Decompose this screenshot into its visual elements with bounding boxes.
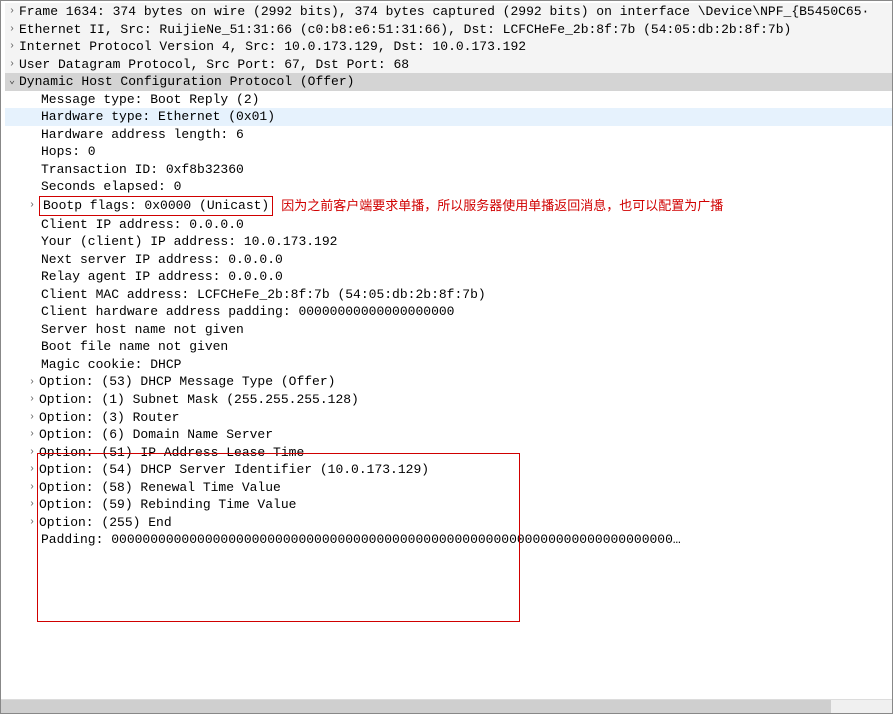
dhcp-hwlen-text: Hardware address length: 6	[41, 126, 244, 144]
chevron-right-icon[interactable]: ›	[5, 23, 19, 37]
chevron-right-icon[interactable]: ›	[25, 376, 39, 390]
dhcp-sname-row[interactable]: Server host name not given	[5, 321, 892, 339]
dhcp-giaddr-row[interactable]: Relay agent IP address: 0.0.0.0	[5, 268, 892, 286]
dhcp-opt59-text: Option: (59) Rebinding Time Value	[39, 496, 296, 514]
dhcp-opt53-row[interactable]: › Option: (53) DHCP Message Type (Offer)	[5, 373, 892, 391]
chevron-right-icon[interactable]: ›	[25, 463, 39, 477]
horizontal-scrollbar[interactable]	[1, 699, 892, 713]
dhcp-flags-text: Bootp flags: 0x0000 (Unicast)	[39, 196, 273, 216]
dhcp-msgtype-row[interactable]: Message type: Boot Reply (2)	[5, 91, 892, 109]
dhcp-cookie-text: Magic cookie: DHCP	[41, 356, 181, 374]
dhcp-chaddr-text: Client MAC address: LCFCHeFe_2b:8f:7b (5…	[41, 286, 486, 304]
dhcp-file-row[interactable]: Boot file name not given	[5, 338, 892, 356]
dhcp-file-text: Boot file name not given	[41, 338, 228, 356]
dhcp-opt1-row[interactable]: › Option: (1) Subnet Mask (255.255.255.1…	[5, 391, 892, 409]
dhcp-opt54-row[interactable]: › Option: (54) DHCP Server Identifier (1…	[5, 461, 892, 479]
dhcp-hops-row[interactable]: Hops: 0	[5, 143, 892, 161]
dhcp-opt59-row[interactable]: › Option: (59) Rebinding Time Value	[5, 496, 892, 514]
dhcp-opt1-text: Option: (1) Subnet Mask (255.255.255.128…	[39, 391, 359, 409]
chevron-right-icon[interactable]: ›	[25, 199, 39, 213]
udp-text: User Datagram Protocol, Src Port: 67, Ds…	[19, 56, 409, 74]
ip-row[interactable]: › Internet Protocol Version 4, Src: 10.0…	[5, 38, 892, 56]
dhcp-flags-annotation: 因为之前客户端要求单播，所以服务器使用单播返回消息，也可以配置为广播	[281, 197, 723, 215]
dhcp-msgtype-text: Message type: Boot Reply (2)	[41, 91, 259, 109]
chevron-right-icon[interactable]: ›	[25, 393, 39, 407]
frame-row[interactable]: › Frame 1634: 374 bytes on wire (2992 bi…	[5, 3, 892, 21]
dhcp-opt3-text: Option: (3) Router	[39, 409, 179, 427]
chevron-right-icon[interactable]: ›	[5, 40, 19, 54]
packet-tree: › Frame 1634: 374 bytes on wire (2992 bi…	[1, 1, 892, 551]
chevron-right-icon[interactable]: ›	[25, 481, 39, 495]
scrollbar-thumb[interactable]	[1, 700, 831, 713]
dhcp-ciaddr-text: Client IP address: 0.0.0.0	[41, 216, 244, 234]
chevron-right-icon[interactable]: ›	[25, 428, 39, 442]
dhcp-xid-row[interactable]: Transaction ID: 0xf8b32360	[5, 161, 892, 179]
dhcp-opt6-row[interactable]: › Option: (6) Domain Name Server	[5, 426, 892, 444]
dhcp-secs-text: Seconds elapsed: 0	[41, 178, 181, 196]
dhcp-opt255-row[interactable]: › Option: (255) End	[5, 514, 892, 532]
udp-row[interactable]: › User Datagram Protocol, Src Port: 67, …	[5, 56, 892, 74]
ethernet-row[interactable]: › Ethernet II, Src: RuijieNe_51:31:66 (c…	[5, 21, 892, 39]
dhcp-opt3-row[interactable]: › Option: (3) Router	[5, 409, 892, 427]
dhcp-hwlen-row[interactable]: Hardware address length: 6	[5, 126, 892, 144]
dhcp-opt6-text: Option: (6) Domain Name Server	[39, 426, 273, 444]
dhcp-cookie-row[interactable]: Magic cookie: DHCP	[5, 356, 892, 374]
dhcp-opt58-text: Option: (58) Renewal Time Value	[39, 479, 281, 497]
chevron-right-icon[interactable]: ›	[25, 411, 39, 425]
frame-text: Frame 1634: 374 bytes on wire (2992 bits…	[19, 3, 869, 21]
dhcp-chpad-text: Client hardware address padding: 0000000…	[41, 303, 454, 321]
dhcp-opt51-row[interactable]: › Option: (51) IP Address Lease Time	[5, 444, 892, 462]
chevron-right-icon[interactable]: ›	[25, 498, 39, 512]
dhcp-yiaddr-row[interactable]: Your (client) IP address: 10.0.173.192	[5, 233, 892, 251]
chevron-right-icon[interactable]: ›	[5, 58, 19, 72]
ethernet-text: Ethernet II, Src: RuijieNe_51:31:66 (c0:…	[19, 21, 791, 39]
dhcp-row[interactable]: ⌄ Dynamic Host Configuration Protocol (O…	[5, 73, 892, 91]
chevron-right-icon[interactable]: ›	[25, 446, 39, 460]
dhcp-secs-row[interactable]: Seconds elapsed: 0	[5, 178, 892, 196]
dhcp-padding-text: Padding: 0000000000000000000000000000000…	[41, 531, 681, 549]
dhcp-flags-row[interactable]: › Bootp flags: 0x0000 (Unicast) 因为之前客户端要…	[5, 196, 892, 216]
dhcp-xid-text: Transaction ID: 0xf8b32360	[41, 161, 244, 179]
dhcp-hops-text: Hops: 0	[41, 143, 96, 161]
dhcp-opt53-text: Option: (53) DHCP Message Type (Offer)	[39, 373, 335, 391]
dhcp-header-text: Dynamic Host Configuration Protocol (Off…	[19, 73, 354, 91]
dhcp-giaddr-text: Relay agent IP address: 0.0.0.0	[41, 268, 283, 286]
dhcp-siaddr-row[interactable]: Next server IP address: 0.0.0.0	[5, 251, 892, 269]
dhcp-yiaddr-text: Your (client) IP address: 10.0.173.192	[41, 233, 337, 251]
dhcp-hwtype-row[interactable]: Hardware type: Ethernet (0x01)	[5, 108, 892, 126]
ip-text: Internet Protocol Version 4, Src: 10.0.1…	[19, 38, 526, 56]
dhcp-sname-text: Server host name not given	[41, 321, 244, 339]
dhcp-opt51-text: Option: (51) IP Address Lease Time	[39, 444, 304, 462]
dhcp-siaddr-text: Next server IP address: 0.0.0.0	[41, 251, 283, 269]
dhcp-chpad-row[interactable]: Client hardware address padding: 0000000…	[5, 303, 892, 321]
dhcp-opt54-text: Option: (54) DHCP Server Identifier (10.…	[39, 461, 429, 479]
dhcp-opt58-row[interactable]: › Option: (58) Renewal Time Value	[5, 479, 892, 497]
dhcp-hwtype-text: Hardware type: Ethernet (0x01)	[41, 108, 275, 126]
chevron-right-icon[interactable]: ›	[25, 516, 39, 530]
dhcp-padding-row[interactable]: Padding: 0000000000000000000000000000000…	[5, 531, 892, 549]
chevron-down-icon[interactable]: ⌄	[5, 75, 19, 89]
dhcp-ciaddr-row[interactable]: Client IP address: 0.0.0.0	[5, 216, 892, 234]
dhcp-opt255-text: Option: (255) End	[39, 514, 172, 532]
chevron-right-icon[interactable]: ›	[5, 5, 19, 19]
dhcp-chaddr-row[interactable]: Client MAC address: LCFCHeFe_2b:8f:7b (5…	[5, 286, 892, 304]
